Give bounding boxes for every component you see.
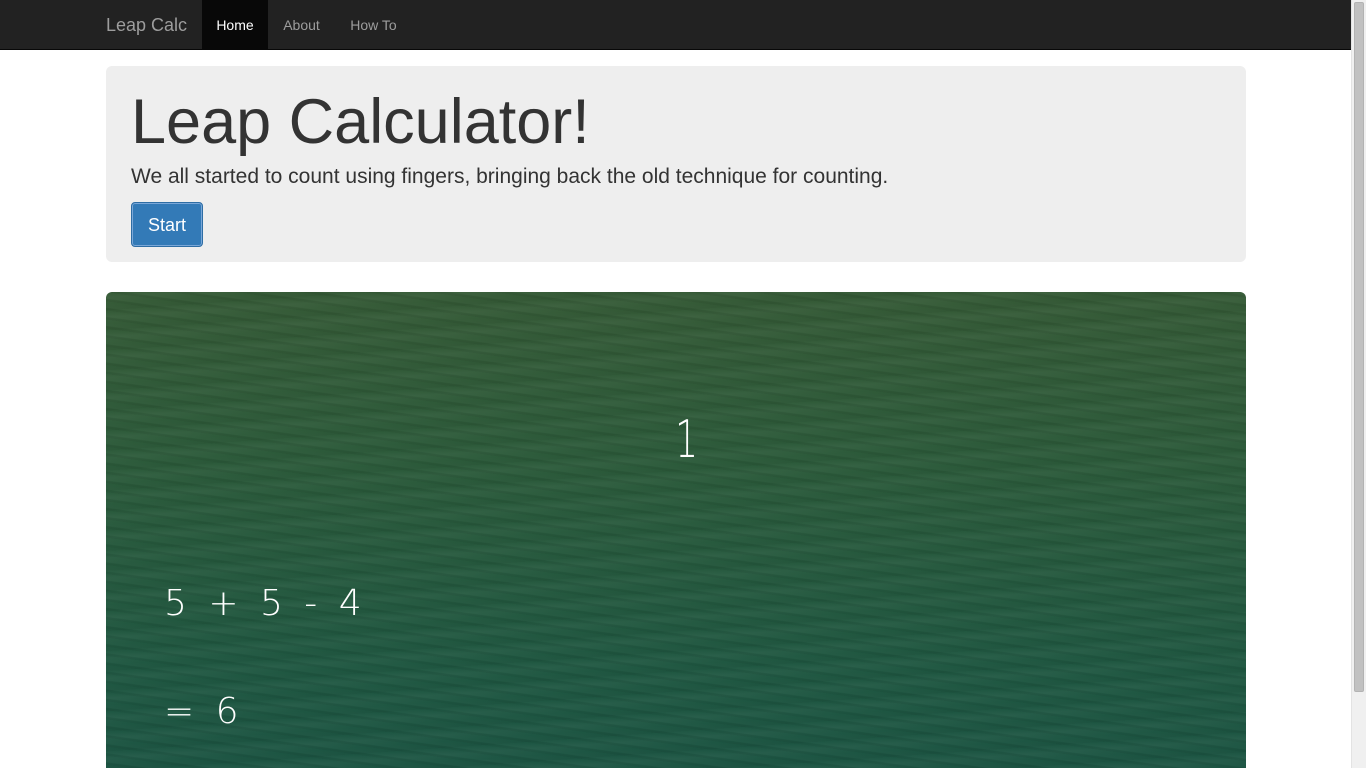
vertical-scrollbar[interactable] xyxy=(1351,0,1366,768)
lead-text: We all started to count using fingers, b… xyxy=(131,165,889,188)
navbar-brand[interactable]: Leap Calc xyxy=(106,0,187,50)
page-title: Leap Calculator! xyxy=(131,87,590,157)
start-button[interactable]: Start xyxy=(131,202,203,247)
chalkboard-canvas: 1 5 + 5 - 4 = 6 xyxy=(106,292,1246,768)
nav-item-how-to[interactable]: How To xyxy=(335,0,412,50)
nav-item-home[interactable]: Home xyxy=(202,0,268,50)
expression-display: 5 + 5 - 4 xyxy=(164,583,364,624)
finger-count-display: 1 xyxy=(674,410,699,470)
jumbotron: Leap Calculator! We all started to count… xyxy=(106,66,1246,262)
top-navbar: Leap Calc Home About How To xyxy=(0,0,1351,50)
scrollbar-thumb[interactable] xyxy=(1354,2,1364,692)
page: Leap Calc Home About How To Leap Calcula… xyxy=(0,0,1351,768)
nav-item-about[interactable]: About xyxy=(268,0,335,50)
result-display: = 6 xyxy=(164,691,239,732)
